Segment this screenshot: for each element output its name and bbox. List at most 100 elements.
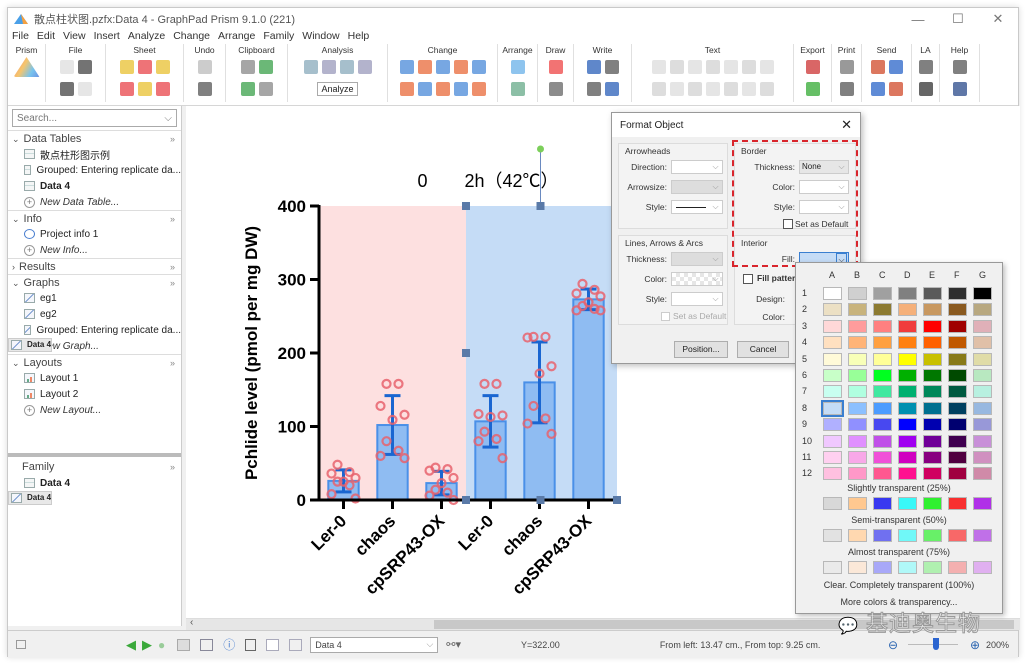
draw-tool-icon[interactable]: [548, 60, 563, 74]
color-swatch-D11[interactable]: [898, 451, 917, 464]
write-tool-icon[interactable]: [586, 60, 601, 74]
zoom-out-icon[interactable]: ⊖: [888, 638, 898, 652]
color-swatch-A9[interactable]: [823, 418, 842, 432]
text-tool-icon[interactable]: [741, 60, 756, 74]
text-tool-icon[interactable]: [723, 82, 738, 96]
text-tool-icon[interactable]: [687, 60, 702, 74]
transparent-swatch[interactable]: [948, 561, 967, 574]
clipboard-tool-icon[interactable]: [240, 82, 255, 96]
color-swatch-C9[interactable]: [873, 418, 892, 432]
color-swatch-B3[interactable]: [848, 319, 867, 333]
color-swatch-B4[interactable]: [848, 336, 867, 350]
color-swatch-E5[interactable]: [923, 352, 942, 366]
file-tool-icon[interactable]: [59, 82, 74, 96]
change-tool-icon[interactable]: [417, 82, 432, 96]
rotate-handle[interactable]: [537, 145, 544, 153]
print-tool-icon[interactable]: [839, 60, 854, 74]
lines-default-checkbox[interactable]: [661, 312, 670, 321]
color-swatch-E7[interactable]: [923, 385, 942, 399]
info-icon[interactable]: ⓘ: [223, 636, 235, 653]
print-tool-icon[interactable]: [839, 82, 854, 96]
chevron-down-icon[interactable]: ⌄: [12, 134, 20, 144]
color-swatch-B7[interactable]: [848, 385, 867, 399]
text-tool-icon[interactable]: [651, 60, 666, 74]
draw-tool-icon[interactable]: [548, 82, 563, 96]
color-swatch-E2[interactable]: [923, 303, 942, 317]
text-tool-icon[interactable]: [669, 82, 684, 96]
color-swatch-G8[interactable]: [973, 401, 992, 415]
change-tool-icon[interactable]: [399, 60, 414, 74]
color-swatch-C4[interactable]: [873, 336, 892, 350]
color-swatch-E11[interactable]: [923, 451, 942, 464]
navigator-item[interactable]: Project info 1: [8, 226, 181, 242]
color-swatch-E12[interactable]: [923, 467, 942, 481]
transparent-swatch[interactable]: [973, 529, 992, 542]
navigator-item[interactable]: eg1: [8, 290, 181, 306]
send-tool-icon[interactable]: [888, 82, 903, 96]
color-swatch-D2[interactable]: [898, 303, 917, 317]
color-swatch-G11[interactable]: [973, 451, 992, 464]
navigator-item[interactable]: Grouped: Entering replicate da...: [8, 322, 181, 338]
sheet-tool-icon[interactable]: [137, 82, 152, 96]
color-swatch-E6[interactable]: [923, 369, 942, 382]
line-style-select[interactable]: ⌵: [671, 292, 723, 306]
transparent-swatch[interactable]: [873, 497, 892, 510]
color-swatch-E1[interactable]: [923, 287, 942, 300]
color-swatch-B9[interactable]: [848, 418, 867, 432]
chevron-down-icon[interactable]: ⌄: [12, 214, 20, 224]
color-swatch-F2[interactable]: [948, 303, 967, 317]
color-swatch-G2[interactable]: [973, 303, 992, 317]
send-tool-icon[interactable]: [870, 60, 885, 74]
color-swatch-A4[interactable]: [823, 336, 842, 350]
color-swatch-F1[interactable]: [948, 287, 967, 300]
menu-view[interactable]: View: [63, 30, 86, 44]
color-swatch-F10[interactable]: [948, 434, 967, 448]
color-swatch-G10[interactable]: [973, 434, 992, 448]
text-tool-icon[interactable]: [705, 60, 720, 74]
color-swatch-A2[interactable]: [823, 303, 842, 317]
color-swatch-E4[interactable]: [923, 336, 942, 350]
color-swatch-A1[interactable]: [823, 287, 842, 300]
color-swatch-B1[interactable]: [848, 287, 867, 300]
prism-tool-icon[interactable]: [13, 57, 40, 77]
chevron-down-icon[interactable]: ⌄: [12, 278, 20, 288]
resize-handle[interactable]: [613, 496, 621, 504]
transparent-swatch[interactable]: [848, 529, 867, 542]
minimize-button[interactable]: —: [898, 8, 938, 30]
expand-section-icon[interactable]: »: [170, 462, 175, 472]
la-tool-icon[interactable]: [918, 82, 933, 96]
sheet-grid-icon[interactable]: [177, 638, 191, 651]
change-tool-icon[interactable]: [435, 82, 450, 96]
color-swatch-F9[interactable]: [948, 418, 967, 432]
change-tool-icon[interactable]: [399, 82, 414, 96]
color-swatch-C5[interactable]: [873, 352, 892, 366]
help-tool-icon[interactable]: [952, 60, 967, 74]
color-swatch-C7[interactable]: [873, 385, 892, 399]
section-results[interactable]: › Results »: [8, 258, 181, 274]
color-swatch-F3[interactable]: [948, 319, 967, 333]
expand-section-icon[interactable]: »: [170, 278, 175, 288]
previous-sheet-icon[interactable]: ◀: [126, 637, 136, 653]
write-tool-icon[interactable]: [604, 60, 619, 74]
arrowsize-select[interactable]: ⌵: [671, 180, 723, 194]
resize-handle[interactable]: [462, 349, 470, 357]
color-swatch-A3[interactable]: [823, 319, 842, 333]
new-item-link[interactable]: + New Data Table...: [8, 194, 181, 210]
pane-splitter[interactable]: [8, 453, 181, 457]
direction-select[interactable]: ⌵: [671, 160, 723, 174]
help-tool-icon[interactable]: [952, 82, 967, 96]
text-tool-icon[interactable]: [687, 82, 702, 96]
layout-icon[interactable]: [289, 638, 303, 651]
la-tool-icon[interactable]: [918, 60, 933, 74]
text-tool-icon[interactable]: [669, 60, 684, 74]
section-graphs[interactable]: ⌄ Graphs »: [8, 274, 181, 290]
section-info[interactable]: ⌄ Info »: [8, 210, 181, 226]
change-tool-icon[interactable]: [453, 60, 468, 74]
analyze-button[interactable]: Analyze: [317, 82, 358, 96]
navigator-item[interactable]: eg2: [8, 306, 181, 322]
resize-handle[interactable]: [462, 202, 470, 210]
clipboard-tool-icon[interactable]: [240, 60, 255, 74]
menu-file[interactable]: File: [12, 30, 29, 44]
color-swatch-B5[interactable]: [848, 352, 867, 366]
transparent-swatch[interactable]: [973, 497, 992, 510]
